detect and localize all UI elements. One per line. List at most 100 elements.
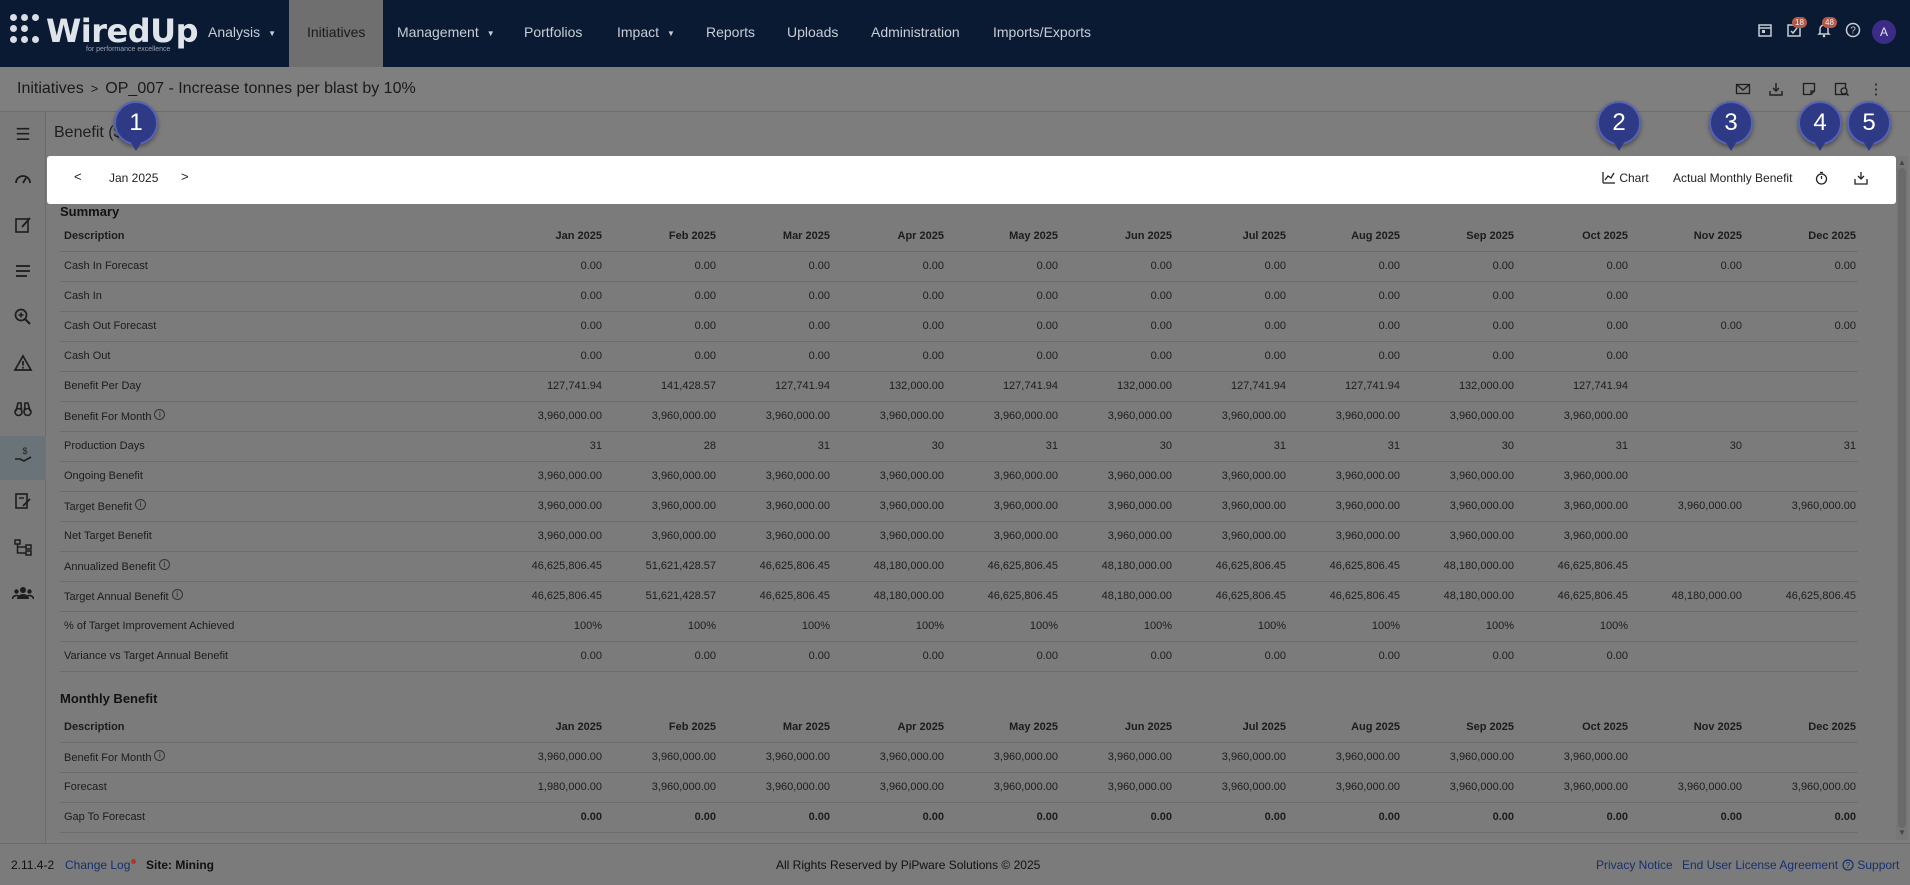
- warning-icon[interactable]: [11, 353, 35, 377]
- nav-administration[interactable]: Administration: [871, 0, 960, 67]
- value-cell: 0.00: [1060, 802, 1174, 833]
- value-cell: 3,960,000.00: [1402, 772, 1516, 803]
- value-cell: 132,000.00: [1060, 371, 1174, 402]
- info-icon[interactable]: i: [134, 499, 146, 510]
- nav-uploads[interactable]: Uploads: [787, 0, 838, 67]
- row-label-cell: Cash In Forecast: [60, 251, 490, 282]
- value-cell: [1630, 611, 1744, 642]
- info-icon[interactable]: i: [171, 589, 183, 600]
- chart-button[interactable]: Chart: [1602, 171, 1649, 185]
- history-timer-icon[interactable]: [1815, 171, 1828, 188]
- value-cell: 3,960,000.00: [946, 521, 1060, 552]
- value-cell: 3,960,000.00: [1060, 461, 1174, 492]
- column-header-month: Dec 2025: [1744, 712, 1858, 743]
- value-cell: 3,960,000.00: [1060, 521, 1174, 552]
- value-cell: 46,625,806.45: [1288, 551, 1402, 582]
- menu-icon[interactable]: ☰: [11, 123, 35, 147]
- nav-reports[interactable]: Reports: [706, 0, 755, 67]
- value-cell: 31: [946, 431, 1060, 462]
- nav-management[interactable]: Management ▼: [397, 0, 495, 67]
- marker-3: 3: [1708, 101, 1754, 153]
- scroll-up-icon[interactable]: ▲: [1898, 158, 1906, 167]
- row-label: Gap To Forecast: [64, 811, 146, 823]
- value-cell: 100%: [1402, 611, 1516, 642]
- binoculars-icon[interactable]: [11, 399, 35, 423]
- team-icon[interactable]: [11, 583, 35, 607]
- row-label: Target Benefit: [64, 501, 132, 513]
- info-icon[interactable]: i: [154, 750, 166, 761]
- more-vertical-icon[interactable]: ⋮: [1867, 81, 1885, 99]
- benefit-view-selector[interactable]: Actual Monthly Benefit: [1673, 171, 1792, 185]
- mail-icon[interactable]: [1734, 81, 1752, 99]
- calendar-icon[interactable]: [1756, 22, 1774, 40]
- value-cell: 3,960,000.00: [604, 491, 718, 522]
- info-icon[interactable]: i: [158, 559, 170, 570]
- value-cell: 0.00: [1516, 341, 1630, 372]
- row-label: Benefit For Month: [64, 752, 152, 764]
- note-icon[interactable]: [1800, 81, 1818, 99]
- hierarchy-icon[interactable]: [11, 537, 35, 561]
- value-cell: 0.00: [1288, 341, 1402, 372]
- export-download-icon[interactable]: [1854, 171, 1868, 188]
- nav-impact[interactable]: Impact ▼: [617, 0, 675, 67]
- scroll-thumb[interactable]: [1898, 168, 1906, 828]
- list-icon[interactable]: [11, 261, 35, 285]
- value-cell: 3,960,000.00: [946, 772, 1060, 803]
- wiredup-logo[interactable]: WiredUp for performance excellence: [10, 10, 199, 56]
- value-cell: 0.00: [946, 641, 1060, 672]
- nav-analysis[interactable]: Analysis ▼: [208, 0, 276, 67]
- value-cell: 46,625,806.45: [490, 551, 604, 582]
- preview-search-icon[interactable]: [1833, 81, 1851, 99]
- column-header-month: Oct 2025: [1516, 221, 1630, 252]
- breadcrumb-initiatives[interactable]: Initiatives: [17, 80, 84, 97]
- download-icon[interactable]: [1767, 81, 1785, 99]
- nav-imports-exports[interactable]: Imports/Exports: [993, 0, 1091, 67]
- value-cell: 0.00: [718, 341, 832, 372]
- version-label: 2.11.4-2: [11, 858, 55, 872]
- value-cell: 46,625,806.45: [1516, 581, 1630, 612]
- content-scrollbar[interactable]: ▲ ▼: [1896, 156, 1908, 840]
- value-cell: 30: [1630, 431, 1744, 462]
- value-cell: 0.00: [1744, 251, 1858, 282]
- eula-link[interactable]: End User License Agreement: [1682, 858, 1838, 872]
- edit-icon[interactable]: [11, 215, 35, 239]
- privacy-notice-link[interactable]: Privacy Notice: [1596, 858, 1673, 872]
- table-row: Cash Out 0.00 0.00 0.00 0.00 0.00 0.00 0.00 0.00…: [60, 341, 1858, 372]
- caret-down-icon: ▼: [268, 29, 277, 38]
- table-row: Forecast 1,980,000.00 3,960,000.00 3,960,00…: [60, 772, 1858, 803]
- info-icon[interactable]: i: [154, 409, 166, 420]
- nav-portfolios[interactable]: Portfolios: [524, 0, 582, 67]
- changelog-link[interactable]: Change Log: [65, 858, 137, 872]
- value-cell: 1,980,000.00: [490, 772, 604, 803]
- dashboard-icon[interactable]: [11, 169, 35, 193]
- nav-initiatives[interactable]: Initiatives: [289, 0, 384, 67]
- previous-period-button[interactable]: <: [74, 169, 82, 184]
- value-cell: 48,180,000.00: [832, 581, 946, 612]
- next-period-button[interactable]: >: [181, 169, 189, 184]
- value-cell: 127,741.94: [1516, 371, 1630, 402]
- summary-header-row: Description Jan 2025 Feb 2025 Mar 2025 Apr 2…: [60, 221, 1858, 252]
- chart-icon: [1602, 172, 1615, 184]
- scroll-down-icon[interactable]: ▼: [1898, 828, 1906, 837]
- zoom-in-icon[interactable]: [11, 307, 35, 331]
- help-icon[interactable]: ?: [1844, 22, 1862, 40]
- value-cell: 3,960,000.00: [1516, 772, 1630, 803]
- value-cell: 3,960,000.00: [1402, 461, 1516, 492]
- value-cell: 132,000.00: [1402, 371, 1516, 402]
- breadcrumb-current: OP_007 - Increase tonnes per blast by 10…: [105, 80, 416, 97]
- footer: 2.11.4-2 Change Log Site: Mining All Rig…: [0, 843, 1910, 885]
- value-cell: 48,180,000.00: [832, 551, 946, 582]
- user-avatar[interactable]: A: [1872, 20, 1896, 44]
- column-header-month: Sep 2025: [1402, 712, 1516, 743]
- support-link[interactable]: ? Support: [1842, 858, 1899, 872]
- value-cell: 3,960,000.00: [1288, 401, 1402, 432]
- value-cell: 0.00: [946, 311, 1060, 342]
- benefit-hand-icon[interactable]: $: [11, 445, 35, 469]
- column-header-month: Nov 2025: [1630, 712, 1744, 743]
- document-edit-icon[interactable]: [11, 491, 35, 515]
- tasks-badge: 18: [1792, 17, 1807, 28]
- value-cell: 3,960,000.00: [718, 772, 832, 803]
- value-cell: 3,960,000.00: [1288, 521, 1402, 552]
- period-selector[interactable]: Jan 2025: [109, 171, 158, 185]
- value-cell: 46,625,806.45: [490, 581, 604, 612]
